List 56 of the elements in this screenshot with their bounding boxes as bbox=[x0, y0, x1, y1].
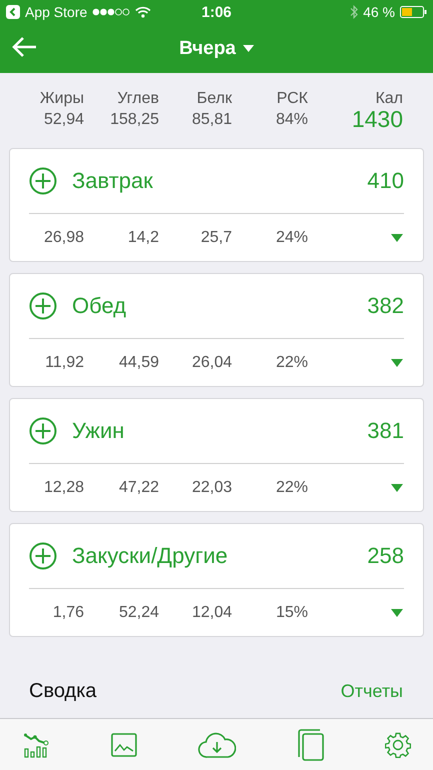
cloud-download-icon[interactable] bbox=[198, 732, 236, 758]
meal-calories: 381 bbox=[367, 418, 404, 444]
nutrient-value: 26,04 bbox=[190, 354, 232, 372]
date-dropdown[interactable]: Вчера bbox=[179, 38, 254, 60]
nutrient-value: 52,24 bbox=[118, 604, 159, 622]
reports-link[interactable]: Отчеты bbox=[340, 680, 403, 702]
meal-calories: 258 bbox=[367, 543, 404, 569]
nutrient-total: 52,94 bbox=[42, 111, 84, 130]
settings-icon[interactable] bbox=[385, 732, 411, 758]
wifi-icon bbox=[135, 6, 152, 18]
bluetooth-icon bbox=[350, 5, 358, 19]
meal-name[interactable]: Завтрак bbox=[72, 168, 368, 194]
meal-calories: 382 bbox=[367, 293, 404, 319]
signal-icon bbox=[92, 8, 130, 16]
nutrient-value: 12,04 bbox=[190, 604, 232, 622]
nutrient-total: 85,81 bbox=[190, 111, 232, 130]
nutrient-value: 22,03 bbox=[190, 479, 232, 497]
nutrient-value: 14,2 bbox=[126, 229, 159, 247]
nutrient-total: 158,25 bbox=[109, 111, 159, 130]
chart-icon[interactable] bbox=[24, 732, 49, 758]
nutrient-value: 25,7 bbox=[200, 229, 232, 247]
caret-icon bbox=[242, 45, 254, 52]
clock-time: 1:06 bbox=[201, 4, 232, 20]
nutrient-value: 47,22 bbox=[118, 479, 159, 497]
copy-icon[interactable] bbox=[298, 728, 324, 760]
add-icon[interactable] bbox=[29, 542, 57, 570]
back-app-link[interactable]: App Store bbox=[25, 4, 88, 20]
nutrient-value: 22% bbox=[274, 354, 308, 372]
nutrient-value: 24% bbox=[274, 229, 308, 247]
nutrient-value: 1,76 bbox=[52, 604, 84, 622]
meal-name[interactable]: Закуски/Другие bbox=[72, 543, 368, 569]
add-icon[interactable] bbox=[29, 292, 57, 320]
nutrient-label: Белк bbox=[196, 90, 232, 108]
back-app-icon[interactable] bbox=[6, 5, 20, 19]
nutrient-label: Углев bbox=[116, 90, 159, 108]
back-button[interactable] bbox=[12, 36, 38, 58]
battery-percent: 46 % bbox=[363, 4, 395, 20]
calories-label: Кал bbox=[374, 90, 403, 108]
meal-name[interactable]: Обед bbox=[72, 293, 368, 319]
meal-name[interactable]: Ужин bbox=[72, 418, 368, 444]
nutrient-total: 84% bbox=[274, 111, 308, 130]
summary-heading: Сводка bbox=[29, 680, 97, 702]
battery-icon bbox=[400, 6, 427, 18]
image-icon[interactable] bbox=[110, 732, 136, 756]
nutrient-value: 44,59 bbox=[118, 354, 159, 372]
nutrient-label: Жиры bbox=[38, 90, 84, 108]
calories-total: 1430 bbox=[350, 106, 403, 133]
nutrient-value: 12,28 bbox=[42, 479, 84, 497]
nutrient-label: РСК bbox=[276, 90, 308, 108]
add-icon[interactable] bbox=[29, 417, 57, 445]
nutrient-value: 11,92 bbox=[44, 354, 84, 372]
meal-calories: 410 bbox=[367, 168, 404, 194]
nutrient-value: 22% bbox=[274, 479, 308, 497]
nutrient-value: 15% bbox=[274, 604, 308, 622]
add-icon[interactable] bbox=[29, 167, 57, 195]
nutrient-value: 26,98 bbox=[42, 229, 84, 247]
